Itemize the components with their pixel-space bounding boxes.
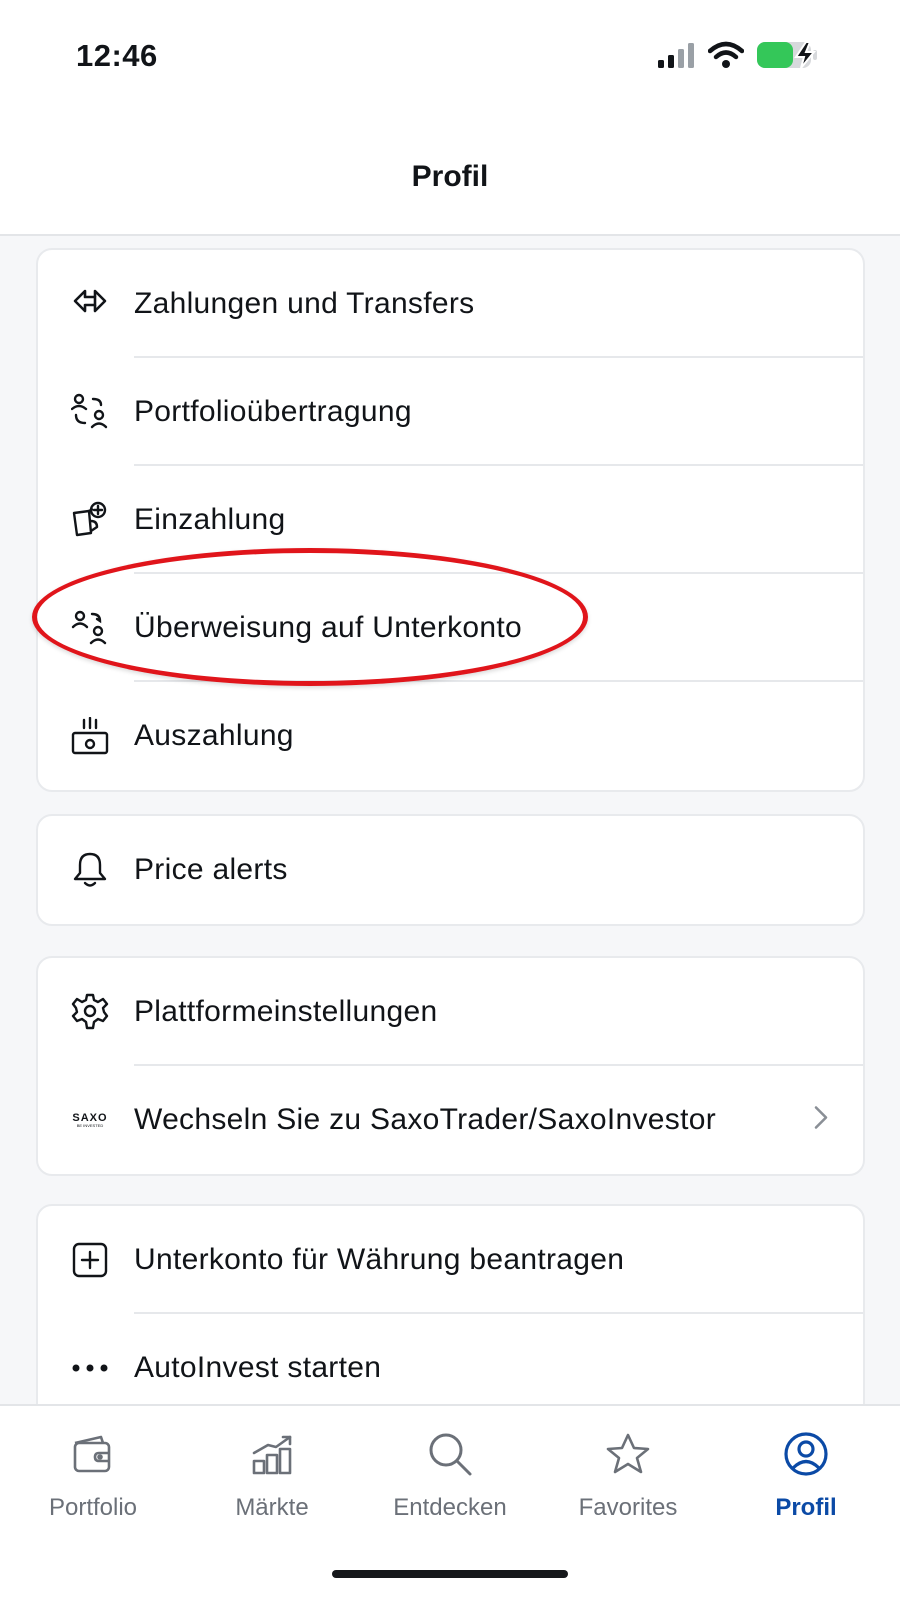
profile-icon [783,1428,829,1480]
menu-item-label: Wechseln Sie zu SaxoTrader/SaxoInvestor [134,1103,716,1136]
profile-menu: Zahlungen und Transfers Portfolioübertra… [0,236,900,1404]
menu-item-label: Auszahlung [134,719,294,752]
page-header: Profil [0,120,900,236]
page-title: Profil [411,160,489,193]
star-icon [605,1428,651,1480]
plus-square-icon [70,1240,110,1280]
menu-item-label: Einzahlung [134,503,286,536]
tab-markte[interactable]: Märkte [182,1406,362,1546]
status-icons [658,40,824,75]
status-bar: 12:46 [0,0,900,120]
menu-item-label: Price alerts [134,853,288,886]
arrows-left-right-icon [70,284,110,324]
menu-item-label: Überweisung auf Unterkonto [134,611,523,644]
bell-icon [70,850,110,890]
home-indicator [332,1570,568,1578]
menu-item-portfolioubertragung[interactable]: Portfolioübertragung [38,358,863,466]
cash-withdraw-icon [70,716,110,756]
account-card: Unterkonto für Währung beantragen AutoIn… [36,1204,865,1404]
status-time: 12:46 [76,38,158,73]
menu-item-zahlungen[interactable]: Zahlungen und Transfers [38,250,863,358]
menu-item-autoinvest[interactable]: AutoInvest starten [38,1314,863,1404]
menu-item-label: Plattformeinstellungen [134,995,438,1028]
wallet-plus-icon [70,500,110,540]
saxo-logo-subtext: BE INVESTED [76,1122,104,1128]
alerts-card: Price alerts [36,814,865,926]
saxo-logo-text: SAXO [72,1111,108,1124]
wifi-icon [707,41,745,74]
menu-item-label: AutoInvest starten [134,1351,382,1384]
wallet-icon [71,1428,115,1480]
menu-item-price-alerts[interactable]: Price alerts [38,816,863,924]
saxo-logo: SAXO BE INVESTED [70,1100,110,1140]
menu-item-label: Portfolioübertragung [134,395,412,428]
menu-item-plattformeinstellungen[interactable]: Plattformeinstellungen [38,958,863,1066]
chart-growth-icon [250,1428,294,1480]
payments-card: Zahlungen und Transfers Portfolioübertra… [36,248,865,792]
people-transfer-icon [70,392,110,432]
tab-profil[interactable]: Profil [716,1406,896,1546]
more-dots-icon [70,1348,110,1388]
menu-item-einzahlung[interactable]: Einzahlung [38,466,863,574]
gear-icon [70,992,110,1032]
tab-label: Märkte [235,1494,309,1521]
tab-entdecken[interactable]: Entdecken [360,1406,540,1546]
menu-item-label: Unterkonto für Währung beantragen [134,1243,625,1276]
tab-label: Portfolio [48,1494,138,1521]
chevron-right-icon [813,1105,829,1136]
menu-item-unterkonto-wahrung[interactable]: Unterkonto für Währung beantragen [38,1206,863,1314]
settings-card: Plattformeinstellungen SAXO BE INVESTED … [36,956,865,1176]
menu-item-label: Zahlungen und Transfers [134,287,475,320]
search-icon [427,1428,473,1480]
battery-charging-icon [756,40,824,75]
tab-label: Favorites [578,1494,678,1521]
tab-label: Entdecken [393,1494,507,1521]
tab-label: Profil [775,1494,837,1521]
menu-item-uberweisung-unterkonto[interactable]: Überweisung auf Unterkonto [38,574,863,682]
menu-item-auszahlung[interactable]: Auszahlung [38,682,863,790]
tab-favorites[interactable]: Favorites [538,1406,718,1546]
menu-item-switch-saxotrader[interactable]: SAXO BE INVESTED Wechseln Sie zu SaxoTra… [38,1066,863,1174]
person-transfer-icon [70,608,110,648]
tab-portfolio[interactable]: Portfolio [3,1406,183,1546]
cellular-signal-icon [658,42,696,73]
